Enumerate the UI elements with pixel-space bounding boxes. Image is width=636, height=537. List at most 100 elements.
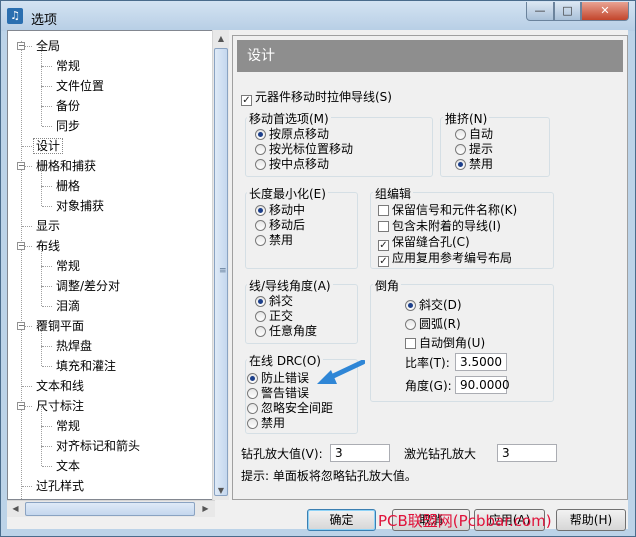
tree-item[interactable]: 同步: [54, 117, 82, 135]
scroll-right-arrow-icon[interactable]: ▶: [197, 501, 214, 517]
tree-guide-line: [42, 306, 52, 307]
group-edit-checkbox[interactable]: ✓ 保留缝合孔(C): [378, 235, 470, 251]
chamfer-option-label: 斜交(D): [419, 298, 462, 312]
push-option[interactable]: 禁用: [455, 157, 493, 172]
scroll-up-arrow-icon[interactable]: ▲: [213, 30, 229, 47]
tree-guide-line: [41, 46, 42, 66]
line-angle-option-label: 正交: [269, 309, 294, 323]
tree-item[interactable]: 文本和线: [34, 377, 86, 395]
tree-item[interactable]: 常规: [54, 257, 82, 275]
close-button[interactable]: ✕: [581, 2, 629, 21]
tree-guide-line: [41, 106, 42, 126]
tree-item[interactable]: 调整/差分对: [54, 277, 122, 295]
length-minimize-option[interactable]: 禁用: [255, 233, 293, 248]
title-bar[interactable]: ♫ 选项 — □ ✕: [1, 1, 635, 31]
tree-item[interactable]: 栅格和捕获: [34, 157, 98, 175]
push-option[interactable]: 自动: [455, 127, 493, 142]
push-option-label: 提示: [469, 142, 494, 156]
laser-oversize-input[interactable]: 3: [497, 444, 557, 462]
group-edit-checkbox-label: 保留信号和元件名称(K): [392, 203, 518, 217]
move-preference-option[interactable]: 按原点移动: [255, 127, 329, 142]
auto-chamfer-checkbox[interactable]: 自动倒角(U): [405, 336, 485, 351]
length-minimize-option[interactable]: 移动后: [255, 218, 305, 233]
tree-guide-line: [42, 346, 52, 347]
online-drc-option[interactable]: 禁用: [247, 416, 285, 431]
chamfer-option[interactable]: 斜交(D): [405, 298, 462, 313]
tree-item[interactable]: 全局: [34, 37, 62, 55]
radio-icon: [255, 296, 266, 307]
online-drc-option[interactable]: 警告错误: [247, 386, 309, 401]
tree-item[interactable]: 常规: [54, 417, 82, 435]
move-preference-option[interactable]: 按中点移动: [255, 157, 329, 172]
tree-item[interactable]: 布线: [34, 237, 62, 255]
tree-item-label: 文件位置: [56, 79, 105, 93]
move-preference-option[interactable]: 按光标位置移动: [255, 142, 353, 157]
line-angle-option[interactable]: 正交: [255, 309, 293, 324]
collapse-icon[interactable]: −: [17, 322, 25, 330]
length-minimize-option[interactable]: 移动中: [255, 203, 305, 218]
tree-guide-line: [42, 426, 52, 427]
tree-item[interactable]: 栅格: [54, 177, 82, 195]
tree-item[interactable]: 过孔样式: [34, 477, 86, 495]
tree-vertical-scrollbar[interactable]: ▲ ≡ ▼: [212, 30, 229, 500]
help-button[interactable]: 帮助(H): [556, 509, 626, 531]
tree-item[interactable]: 对齐标记和箭头: [54, 437, 142, 455]
group-edit-checkbox-label: 保留缝合孔(C): [392, 235, 470, 249]
scroll-down-arrow-icon[interactable]: ▼: [213, 482, 229, 499]
radio-icon: [455, 129, 466, 140]
online-drc-option[interactable]: 忽略安全间距: [247, 401, 333, 416]
ratio-input[interactable]: 3.5000: [455, 353, 507, 371]
ok-button[interactable]: 确定: [307, 509, 376, 531]
tree-guide-line: [41, 286, 42, 306]
drill-oversize-label: 钻孔放大值(V):: [241, 447, 323, 461]
scroll-left-arrow-icon[interactable]: ◀: [7, 501, 24, 517]
tree-guide-line: [22, 226, 32, 227]
minimize-button[interactable]: —: [526, 2, 554, 21]
tree-guide-line: [42, 266, 52, 267]
chamfer-option[interactable]: 圆弧(R): [405, 317, 461, 332]
tree-item[interactable]: 常规: [54, 57, 82, 75]
group-edit-checkbox[interactable]: 包含未附着的导线(I): [378, 219, 501, 234]
radio-icon: [255, 235, 266, 246]
maximize-button[interactable]: □: [554, 2, 581, 21]
tree-item[interactable]: 显示: [34, 217, 62, 235]
tree-item[interactable]: 对象捕获: [54, 197, 106, 215]
pads-app-icon: ♫: [7, 8, 23, 24]
collapse-icon[interactable]: −: [17, 42, 25, 50]
tree-item-label: 调整/差分对: [56, 279, 121, 293]
radio-icon: [255, 129, 266, 140]
scroll-thumb[interactable]: ≡: [214, 48, 228, 496]
tree-item[interactable]: 设计: [32, 137, 64, 155]
tree-item-label: 文本: [56, 459, 81, 473]
drill-oversize-input[interactable]: 3: [330, 444, 390, 462]
length-minimize-title: 长度最小化(E): [247, 185, 328, 202]
tree-item[interactable]: 备份: [54, 97, 82, 115]
tree-item[interactable]: 填充和灌注: [54, 357, 118, 375]
scroll-thumb-horizontal[interactable]: [25, 502, 195, 516]
tree-item[interactable]: 泪滴: [54, 297, 82, 315]
line-angle-option[interactable]: 任意角度: [255, 324, 317, 339]
group-edit-checkbox[interactable]: ✓ 应用复用参考编号布局: [378, 251, 512, 267]
tree-item[interactable]: 文件位置: [54, 77, 106, 95]
tree-guide-line: [41, 426, 42, 446]
group-edit-checkbox[interactable]: 保留信号和元件名称(K): [378, 203, 517, 218]
tree-item[interactable]: 热焊盘: [54, 337, 94, 355]
angle-input[interactable]: 90.0000: [455, 376, 510, 394]
tree-horizontal-scrollbar[interactable]: ◀ ▶: [7, 500, 215, 517]
collapse-icon[interactable]: −: [17, 402, 25, 410]
radio-icon: [255, 311, 266, 322]
tree-guide-line: [42, 466, 52, 467]
push-option[interactable]: 提示: [455, 142, 493, 157]
radio-icon: [255, 205, 266, 216]
line-angle-option[interactable]: 斜交: [255, 294, 293, 309]
line-angle-title: 线/导线角度(A): [247, 277, 333, 294]
online-drc-option[interactable]: 防止错误: [247, 371, 309, 386]
collapse-icon[interactable]: −: [17, 162, 25, 170]
category-tree[interactable]: 全局 − 常规 文件位置 备份 同步 设计 栅格和捕获 − 栅格 对象捕获 显示 布线 − 常规 调整/差分对…: [7, 30, 215, 500]
checkbox-icon: [378, 221, 389, 232]
stretch-traces-checkbox[interactable]: ✓ 元器件移动时拉伸导线(S): [241, 90, 392, 106]
radio-icon: [255, 220, 266, 231]
collapse-icon[interactable]: −: [17, 242, 25, 250]
tree-item[interactable]: 文本: [54, 457, 82, 475]
group-edit-checkbox-label: 包含未附着的导线(I): [392, 219, 501, 233]
